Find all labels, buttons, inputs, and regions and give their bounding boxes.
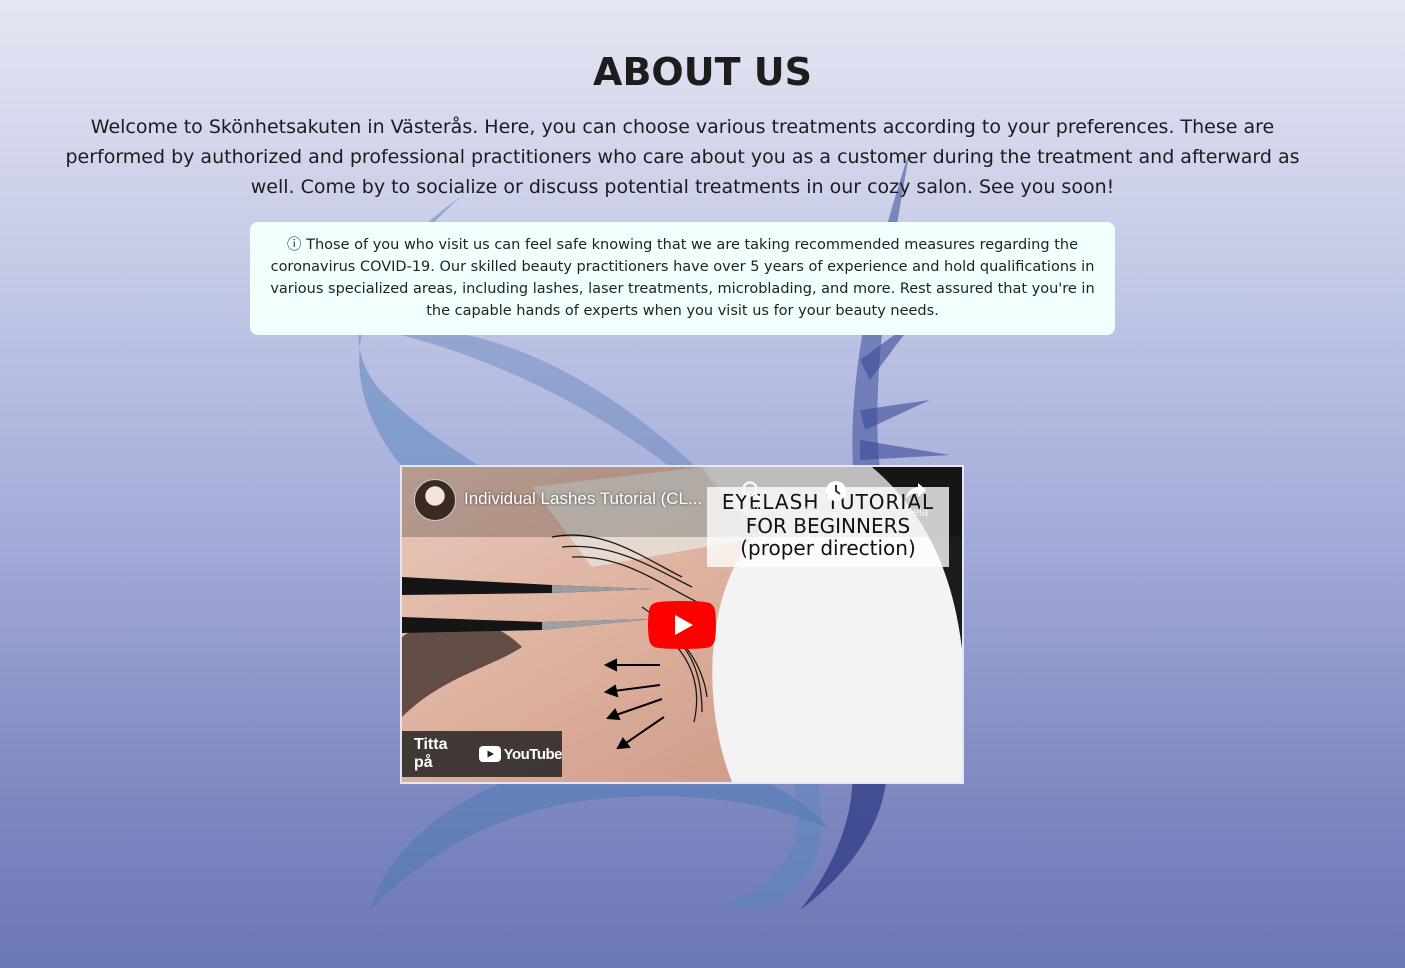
youtube-play-icon [478,746,501,762]
search-label: Sök [741,505,763,519]
search-icon [742,481,762,501]
video-title[interactable]: Individual Lashes Tutorial (CL... [464,489,716,509]
watch-later-button[interactable]: Titta senare [800,479,872,519]
channel-avatar[interactable] [414,479,456,521]
clock-icon [826,481,846,501]
share-button[interactable]: Dela [886,479,946,519]
info-icon: ⓘ [287,237,302,253]
play-button[interactable] [648,601,716,649]
caption-line-3: (proper direction) [740,536,916,560]
page-title: ABOUT US [593,50,812,94]
watch-on-label: Titta på [414,736,448,771]
intro-paragraph: Welcome to Skönhetsakuten in Västerås. H… [65,116,1300,198]
watch-on-youtube-button[interactable]: Titta på YouTube [402,731,563,777]
covid-notice-text: Those of you who visit us can feel safe … [270,237,1095,319]
youtube-wordmark: YouTube [503,745,563,763]
youtube-video-embed[interactable]: Individual Lashes Tutorial (CL... EYELAS… [400,465,964,784]
covid-notice-box: ⓘ Those of you who visit us can feel saf… [250,222,1115,335]
youtube-logo: YouTube [478,745,563,763]
search-button[interactable]: Sök [722,479,782,519]
share-icon [906,483,926,499]
watch-later-label: Titta senare [804,505,868,519]
share-label: Dela [903,505,929,519]
